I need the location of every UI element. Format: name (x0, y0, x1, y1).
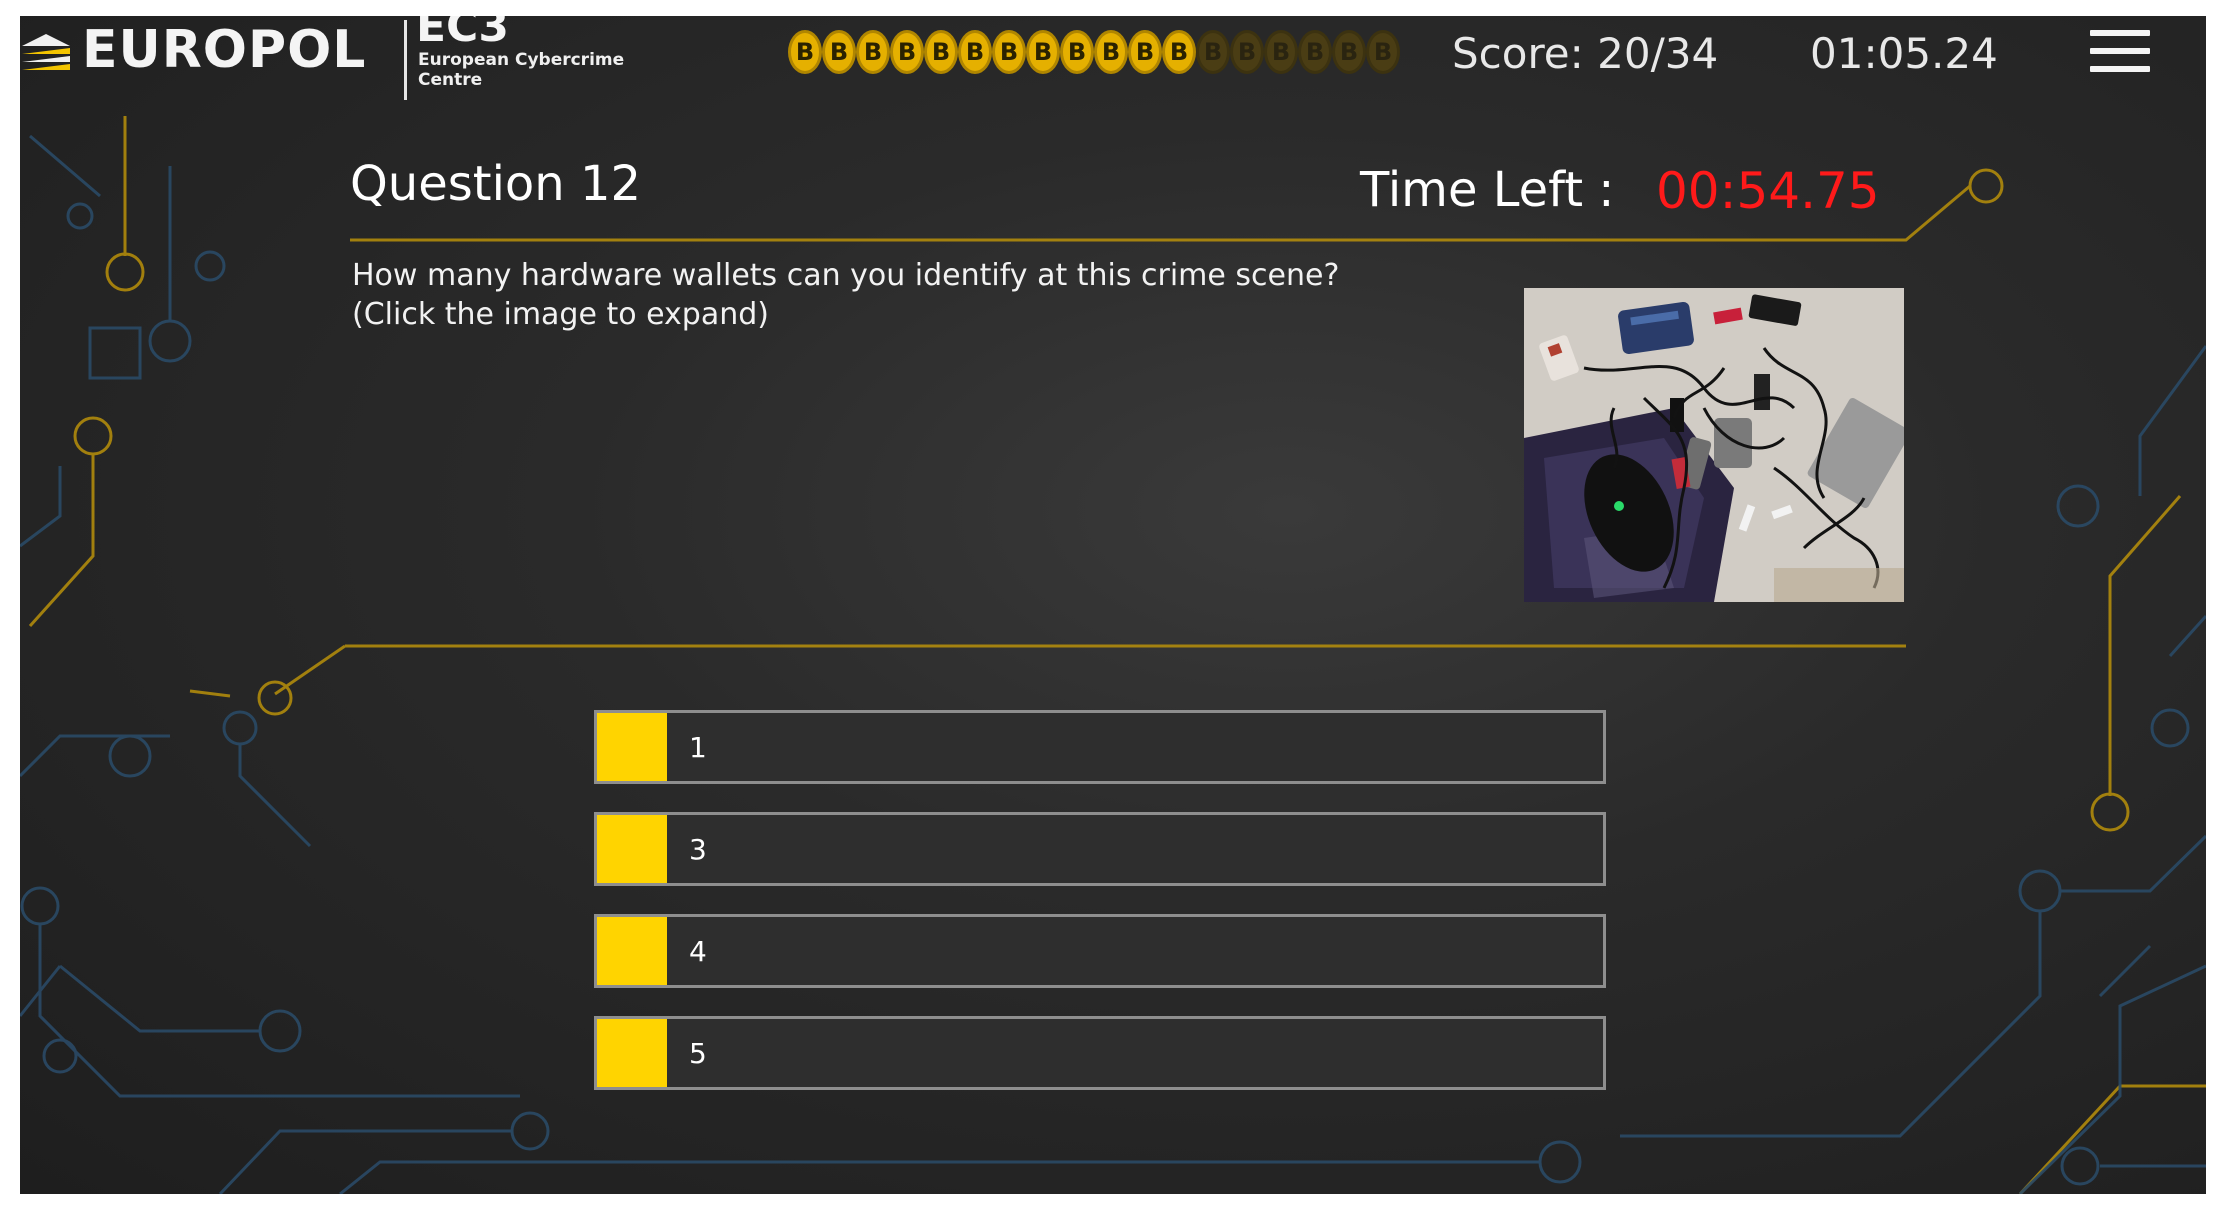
coin-earned-icon: B (1128, 30, 1162, 74)
answer-list: 1 3 4 5 (594, 710, 1606, 1118)
coin-locked-icon: B (1366, 30, 1400, 74)
coin-locked-icon: B (1196, 30, 1230, 74)
answer-label: 1 (689, 730, 707, 764)
logo-wordmark: EUROPOL (82, 20, 367, 80)
score-display: Score: 20/34 (1452, 29, 1719, 78)
coin-earned-icon: B (1162, 30, 1196, 74)
coin-locked-icon: B (1264, 30, 1298, 74)
menu-bar (2090, 66, 2150, 72)
answer-option-2[interactable]: 3 (594, 812, 1606, 886)
time-left-value: 00:54.75 (1656, 162, 1880, 220)
coin-earned-icon: B (788, 30, 822, 74)
question-text-line: How many hardware wallets can you identi… (352, 258, 1340, 293)
answer-label: 3 (689, 832, 707, 866)
progress-coins: BBBBBBBBBBBBBBBBBB (788, 30, 1400, 78)
coin-locked-icon: B (1298, 30, 1332, 74)
answer-label: 5 (689, 1036, 707, 1070)
coin-earned-icon: B (1060, 30, 1094, 74)
coin-earned-icon: B (1026, 30, 1060, 74)
answer-label: 4 (689, 934, 707, 968)
answer-marker (597, 815, 667, 883)
answer-option-4[interactable]: 5 (594, 1016, 1606, 1090)
answer-option-3[interactable]: 4 (594, 914, 1606, 988)
coin-earned-icon: B (958, 30, 992, 74)
quiz-screen: EUROPOL EC3 European Cybercrime Centre B… (20, 16, 2206, 1194)
answer-marker (597, 1019, 667, 1087)
coin-earned-icon: B (890, 30, 924, 74)
time-left-label: Time Left : (1360, 162, 1615, 218)
coin-earned-icon: B (822, 30, 856, 74)
question-hint-line: (Click the image to expand) (352, 297, 769, 332)
coin-locked-icon: B (1230, 30, 1264, 74)
ec3-subtitle: European Cybercrime Centre (418, 50, 625, 90)
question-text: How many hardware wallets can you identi… (352, 256, 1352, 334)
answer-marker (597, 917, 667, 985)
elapsed-timer: 01:05.24 (1810, 29, 1998, 78)
menu-bar (2090, 30, 2150, 36)
coin-earned-icon: B (856, 30, 890, 74)
answer-option-1[interactable]: 1 (594, 710, 1606, 784)
crime-scene-photo[interactable] (1524, 288, 1904, 602)
coin-earned-icon: B (924, 30, 958, 74)
europol-emblem-icon (22, 34, 70, 70)
menu-bar (2090, 48, 2150, 54)
answer-marker (597, 713, 667, 781)
ec3-title: EC3 (416, 16, 509, 52)
coin-earned-icon: B (1094, 30, 1128, 74)
question-title: Question 12 (350, 156, 642, 212)
hamburger-menu-icon[interactable] (2090, 30, 2150, 78)
coin-earned-icon: B (992, 30, 1026, 74)
coin-locked-icon: B (1332, 30, 1366, 74)
logo-divider (404, 20, 407, 100)
